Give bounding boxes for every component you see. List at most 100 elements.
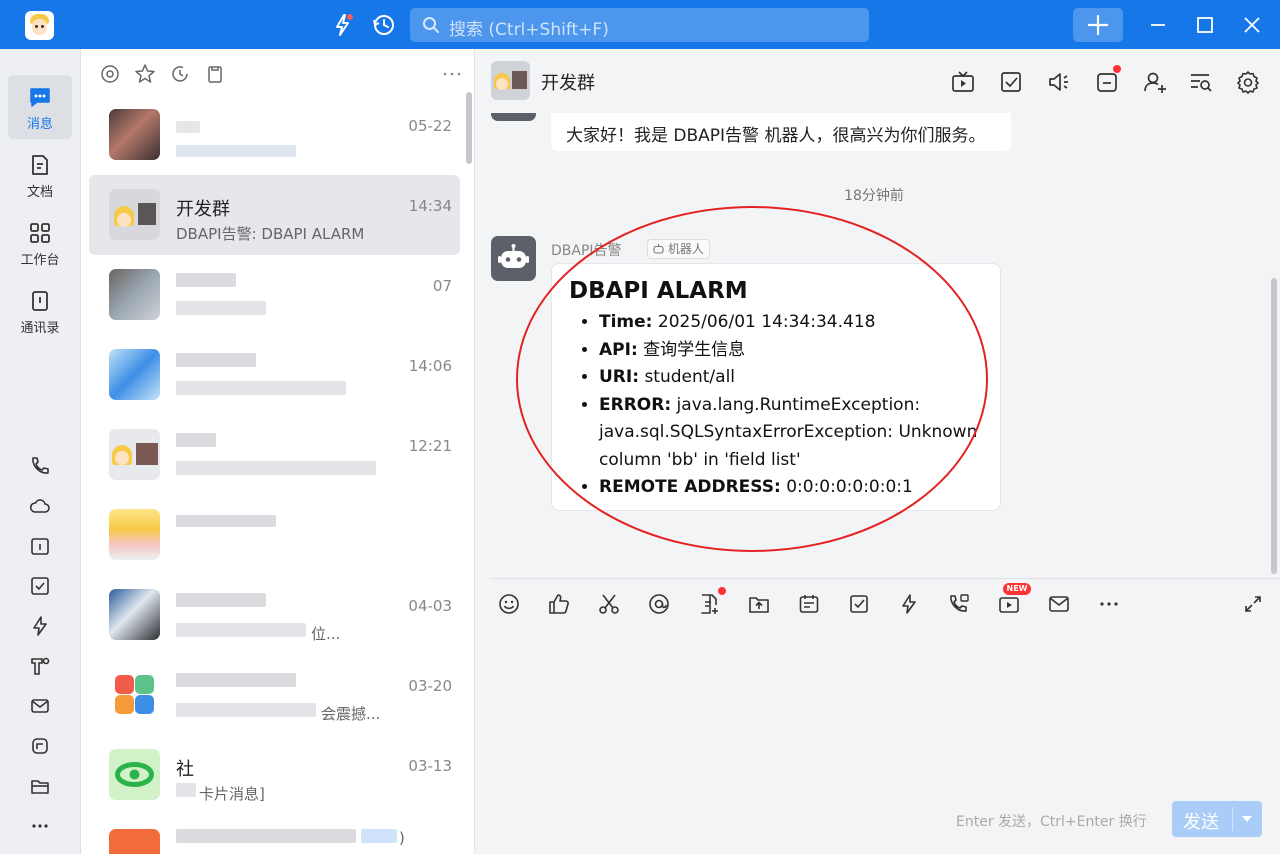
- send-button[interactable]: 发送: [1172, 801, 1262, 837]
- avatar: [109, 669, 160, 720]
- history-icon[interactable]: [371, 12, 397, 38]
- mail-icon[interactable]: [1047, 592, 1071, 616]
- live-tv-icon[interactable]: [950, 69, 976, 95]
- lightning-off-icon[interactable]: [330, 12, 356, 38]
- nav-label: 通讯录: [20, 321, 60, 336]
- notification-dot: [718, 587, 726, 595]
- meeting-icon[interactable]: [28, 734, 52, 758]
- conversation-item[interactable]: 12:21: [89, 415, 460, 495]
- folder-icon[interactable]: [28, 774, 52, 798]
- lightning-icon[interactable]: [897, 592, 921, 616]
- workbench-icon: [30, 223, 50, 243]
- upload-folder-icon[interactable]: [747, 592, 771, 616]
- avatar: [109, 429, 160, 480]
- conversation-time: 14:34: [408, 197, 452, 215]
- avatar: [109, 109, 160, 160]
- robot-icon: [498, 244, 529, 268]
- star-icon[interactable]: [134, 63, 156, 85]
- calendar-icon[interactable]: [797, 592, 821, 616]
- minimize-button[interactable]: [1145, 12, 1171, 38]
- conversation-name: 社: [176, 759, 194, 780]
- group-avatar[interactable]: [491, 61, 530, 100]
- expand-icon[interactable]: [1241, 592, 1265, 616]
- conversation-item[interactable]: ): [89, 815, 460, 854]
- nav-item-workbench[interactable]: 工作台: [8, 211, 72, 275]
- nav-label: 工作台: [20, 253, 60, 268]
- emoji-icon[interactable]: [497, 592, 521, 616]
- lightning-icon[interactable]: [28, 614, 52, 638]
- avatar: [109, 749, 160, 800]
- calendar-icon[interactable]: [28, 534, 52, 558]
- nav-item-contacts[interactable]: 通讯录: [8, 279, 72, 343]
- chat-icon: [30, 88, 50, 107]
- send-hint: Enter 发送，Ctrl+Enter 换行: [956, 814, 1147, 830]
- clipboard-icon[interactable]: [204, 63, 226, 85]
- conversation-name: 开发群: [176, 199, 230, 220]
- more-icon[interactable]: [28, 814, 52, 838]
- maximize-button[interactable]: [1192, 12, 1218, 38]
- add-button[interactable]: [1073, 8, 1123, 42]
- mail-icon[interactable]: [28, 694, 52, 718]
- conversation-item[interactable]: 位... 04-03: [89, 575, 460, 655]
- conversation-item-dev-group[interactable]: 开发群 DBAPI告警: DBAPI ALARM 14:34: [89, 175, 460, 255]
- conversation-item[interactable]: 14:06: [89, 335, 460, 415]
- conversation-list: 05-22 开发群 DBAPI告警: DBAPI ALARM 14:34 07 …: [81, 49, 475, 854]
- nav-label: 文档: [26, 185, 53, 200]
- conversation-item[interactable]: 05-22: [89, 95, 460, 175]
- contacts-icon: [32, 291, 48, 311]
- close-button[interactable]: [1239, 12, 1265, 38]
- conversation-scrollbar[interactable]: [466, 92, 472, 164]
- add-member-icon[interactable]: [1142, 69, 1168, 95]
- call-icon[interactable]: [947, 592, 971, 616]
- announcement-icon[interactable]: [1046, 69, 1072, 95]
- eye-logo-icon: [115, 762, 154, 787]
- conversation-item[interactable]: 07: [89, 255, 460, 335]
- search-placeholder: 搜索 (Ctrl+Shift+F): [449, 20, 609, 40]
- tools-icon[interactable]: [28, 654, 52, 678]
- scissors-icon[interactable]: [597, 592, 621, 616]
- search-icon: [423, 17, 439, 33]
- app-logo[interactable]: [25, 11, 54, 40]
- search-input[interactable]: 搜索 (Ctrl+Shift+F): [410, 8, 869, 42]
- plus-icon: [1087, 14, 1109, 36]
- message-text: 大家好！我是 DBAPI告警 机器人，很高兴为你们服务。: [566, 126, 986, 146]
- conversation-time: 05-22: [408, 117, 452, 135]
- phone-icon[interactable]: [28, 454, 52, 478]
- todo-icon[interactable]: [998, 69, 1024, 95]
- conversation-item[interactable]: 会震撼... 03-20: [89, 655, 460, 735]
- cloud-icon[interactable]: [28, 494, 52, 518]
- notification-dot: [1113, 65, 1121, 73]
- gear-icon[interactable]: [1235, 69, 1261, 95]
- conversation-time: 03-20: [408, 677, 452, 695]
- conversation-preview: 位...: [311, 625, 341, 643]
- left-nav: 消息 文档 工作台 通讯录: [0, 49, 81, 854]
- chevron-down-icon[interactable]: [1242, 816, 1252, 822]
- nav-item-messages[interactable]: 消息: [8, 75, 72, 139]
- chat-scrollbar[interactable]: [1271, 278, 1277, 574]
- recent-icon[interactable]: [169, 63, 191, 85]
- document-icon: [32, 155, 48, 175]
- avatar: [109, 829, 160, 854]
- avatar: [491, 113, 536, 121]
- search-history-icon[interactable]: [1188, 69, 1214, 95]
- add-document-icon[interactable]: [697, 592, 721, 616]
- chat-header: 开发群: [476, 49, 1280, 113]
- conversation-preview: DBAPI告警: DBAPI ALARM: [176, 225, 365, 243]
- bot-avatar[interactable]: [491, 236, 536, 281]
- live-icon[interactable]: [997, 592, 1021, 616]
- thumbs-up-icon[interactable]: [547, 592, 571, 616]
- more-options-icon[interactable]: [441, 63, 463, 85]
- todo-icon[interactable]: [28, 574, 52, 598]
- avatar: [109, 509, 160, 560]
- conversation-preview: 卡片消息]: [199, 785, 265, 803]
- new-badge: NEW: [1003, 583, 1031, 595]
- nav-item-docs[interactable]: 文档: [8, 143, 72, 207]
- conversation-time: 07: [432, 277, 452, 295]
- conversation-item[interactable]: 社 卡片消息] 03-13: [89, 735, 460, 815]
- mention-icon[interactable]: [647, 592, 671, 616]
- conversation-item[interactable]: [89, 495, 460, 575]
- more-icon[interactable]: [1097, 592, 1121, 616]
- at-icon[interactable]: [99, 63, 121, 85]
- todo-icon[interactable]: [847, 592, 871, 616]
- title-bar: 搜索 (Ctrl+Shift+F): [0, 0, 1280, 49]
